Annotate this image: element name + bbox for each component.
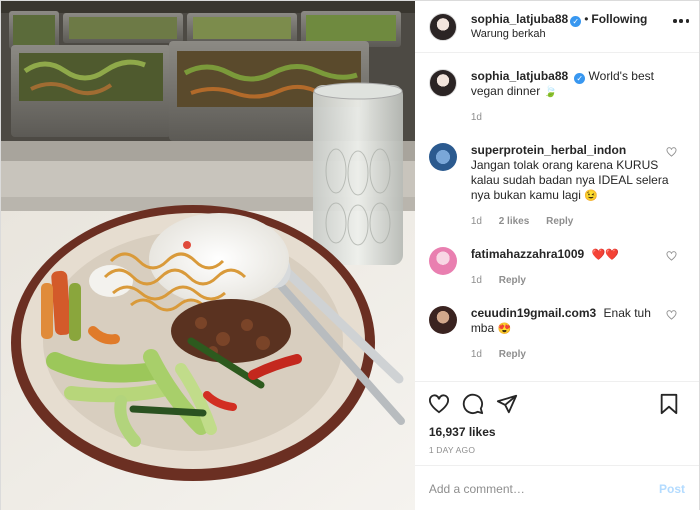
comment-like-heart-icon[interactable] [666, 147, 677, 157]
comment-meta: 1d Reply [471, 347, 671, 362]
reply-button[interactable]: Reply [546, 216, 573, 227]
comment-like-heart-icon[interactable] [666, 310, 677, 320]
hearts-emoji: ❤️❤️ [591, 249, 619, 261]
comment-body: superprotein_herbal_indon Jangan tolak o… [471, 143, 671, 229]
wink-emoji: 😉 [584, 190, 598, 202]
comment-meta: 1d 2 likes Reply [471, 214, 671, 229]
comment-item: fatimahazzahra1009 ❤️❤️ 1d Reply [428, 247, 685, 288]
commenter-username[interactable]: fatimahazzahra1009 [471, 247, 584, 261]
comment-likes-count[interactable]: 2 likes [499, 216, 530, 227]
comment-button[interactable] [461, 392, 485, 416]
heart-eyes-emoji: 😍 [497, 323, 512, 335]
following-button[interactable]: Following [591, 12, 647, 26]
commenter-username[interactable]: ceuudin19gmail.com3 [471, 306, 596, 320]
share-button[interactable] [495, 392, 519, 416]
comment-body: fatimahazzahra1009 ❤️❤️ 1d Reply [471, 247, 671, 288]
bookmark-icon [660, 393, 678, 414]
comment-icon [462, 393, 483, 414]
verified-badge-icon: ✓ [570, 15, 582, 27]
author-username[interactable]: sophia_latjuba88 [471, 12, 568, 26]
caption-body: sophia_latjuba88 ✓ World's best vegan din… [471, 69, 671, 125]
likes-count[interactable]: 16,937 likes [415, 425, 699, 443]
comment-time[interactable]: 1d [471, 275, 482, 286]
action-bar [414, 381, 699, 425]
caption: sophia_latjuba88 ✓ World's best vegan din… [428, 69, 685, 125]
post-sidebar: sophia_latjuba88 ✓ • Following Warung berka… [414, 1, 699, 510]
caption-meta: 1d [471, 110, 671, 125]
like-button[interactable] [427, 392, 451, 416]
comment-body: ceuudin19gmail.com3 Enak tuh mba 😍 1d Re… [471, 306, 671, 362]
comment-meta: 1d Reply [471, 273, 671, 288]
food-photo-illustration [1, 1, 415, 510]
comment-like-heart-icon[interactable] [666, 251, 677, 261]
comment-item: superprotein_herbal_indon Jangan tolak o… [428, 143, 685, 229]
post-comment-button[interactable]: Post [659, 482, 685, 496]
share-icon [496, 394, 517, 413]
add-comment-bar: Post [414, 465, 699, 510]
more-options-icon[interactable] [673, 19, 689, 25]
author-info: sophia_latjuba88 ✓ • Following Warung berka… [471, 12, 648, 42]
reply-button[interactable]: Reply [499, 349, 526, 360]
author-avatar[interactable] [428, 12, 457, 41]
heart-icon [428, 393, 449, 413]
comment-time[interactable]: 1d [471, 216, 482, 227]
caption-time[interactable]: 1d [471, 112, 482, 123]
post-header: sophia_latjuba88 ✓ • Following Warung berka… [414, 1, 699, 53]
commenter-avatar[interactable] [428, 247, 457, 275]
commenter-avatar[interactable] [428, 143, 457, 171]
comment-input[interactable] [428, 481, 659, 496]
separator-dot: • [584, 11, 589, 26]
comments-section: sophia_latjuba88 ✓ World's best vegan din… [415, 53, 699, 381]
commenter-username[interactable]: superprotein_herbal_indon [471, 143, 626, 157]
verified-badge-icon: ✓ [574, 73, 586, 84]
instagram-post: sophia_latjuba88 ✓ • Following Warung berka… [0, 0, 700, 510]
post-photo[interactable] [1, 1, 415, 510]
comment-time[interactable]: 1d [471, 349, 482, 360]
comment-item: ceuudin19gmail.com3 Enak tuh mba 😍 1d Re… [428, 306, 685, 362]
save-button[interactable] [657, 392, 681, 416]
post-location[interactable]: Warung berkah [471, 27, 648, 42]
caption-avatar[interactable] [428, 69, 457, 97]
caption-username[interactable]: sophia_latjuba88 [471, 69, 568, 83]
comment-text: Jangan tolak orang karena KURUS kalau su… [470, 158, 669, 202]
commenter-avatar[interactable] [428, 306, 457, 334]
leaf-emoji: 🍃 [543, 86, 558, 98]
post-date[interactable]: 1 DAY AGO [415, 443, 699, 465]
reply-button[interactable]: Reply [499, 275, 526, 286]
